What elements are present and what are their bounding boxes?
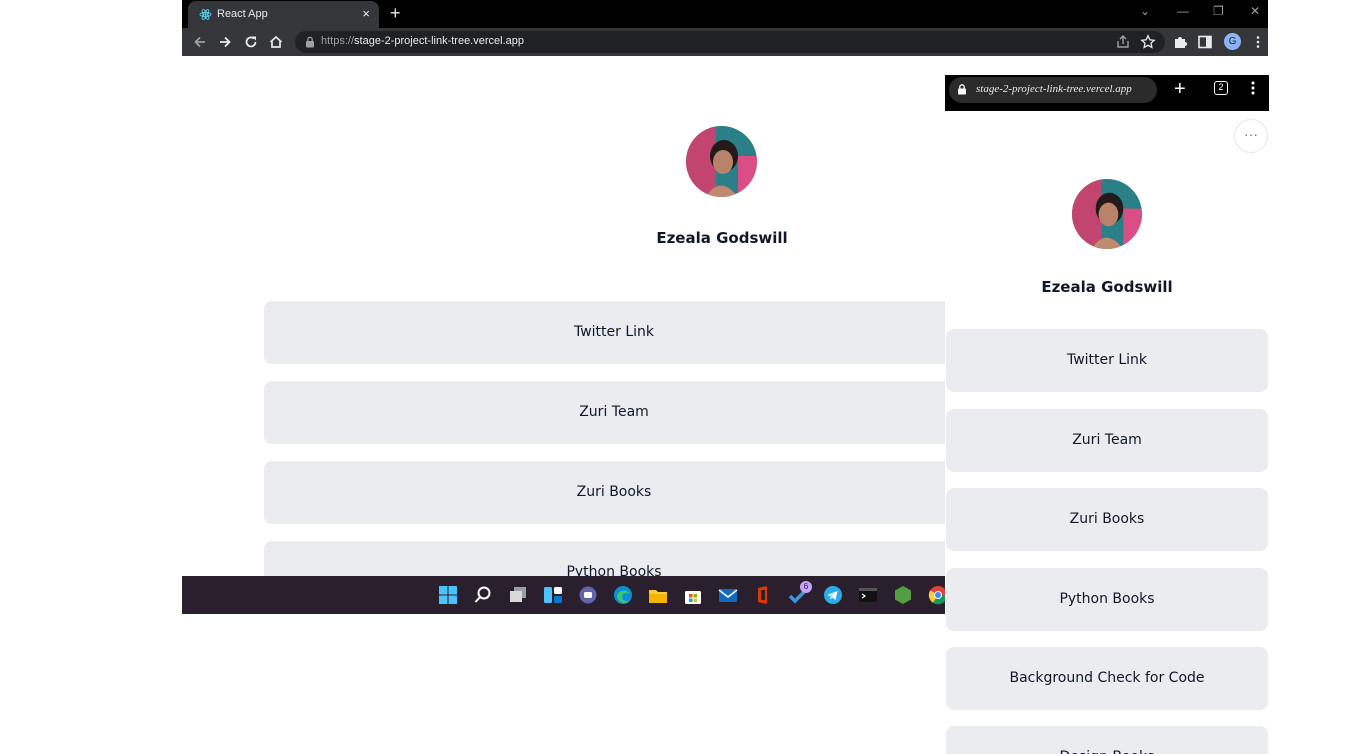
profile-avatar[interactable]: G: [1224, 33, 1241, 50]
file-explorer-icon[interactable]: [648, 585, 668, 605]
widgets-icon[interactable]: [543, 585, 563, 605]
profile-avatar-image: [686, 126, 757, 197]
tab-strip: React App × + ⌄ — ❐ ✕: [182, 0, 1268, 28]
react-favicon-icon: [199, 9, 212, 20]
mobile-link-button-python-books[interactable]: Python Books: [946, 568, 1268, 631]
close-tab-icon[interactable]: ×: [362, 6, 370, 21]
terminal-icon[interactable]: [858, 585, 878, 605]
more-options-button[interactable]: ···: [1234, 119, 1268, 153]
forward-arrow-icon[interactable]: [217, 34, 233, 50]
mobile-url-text: stage-2-project-link-tree.vercel.app: [976, 83, 1132, 95]
search-icon[interactable]: [473, 585, 493, 605]
share-icon[interactable]: [1115, 34, 1131, 50]
tab-search-dropdown-icon[interactable]: ⌄: [1140, 4, 1150, 18]
teams-chat-icon[interactable]: [578, 585, 598, 605]
mobile-link-button-zuri-books[interactable]: Zuri Books: [946, 488, 1268, 551]
reload-icon[interactable]: [243, 34, 259, 50]
office-icon[interactable]: [753, 585, 773, 605]
mobile-profile-avatar-image: [1072, 179, 1142, 249]
mobile-profile-name: Ezeala Godswill: [1041, 278, 1173, 296]
bookmark-star-icon[interactable]: [1140, 34, 1156, 50]
extensions-puzzle-icon[interactable]: [1172, 34, 1188, 50]
home-icon[interactable]: [268, 34, 284, 50]
windows-start-icon[interactable]: [438, 585, 458, 605]
mobile-menu-icon[interactable]: [1251, 81, 1255, 95]
restore-button[interactable]: ❐: [1213, 4, 1224, 18]
mobile-link-button-background-check[interactable]: Background Check for Code: [946, 647, 1268, 710]
mobile-link-button-twitter[interactable]: Twitter Link: [946, 329, 1268, 392]
nodejs-icon[interactable]: [893, 585, 913, 605]
tab-title: React App: [217, 8, 268, 20]
edge-icon[interactable]: [613, 585, 633, 605]
link-button-zuri-books[interactable]: Zuri Books: [264, 461, 964, 524]
side-panel-icon[interactable]: [1197, 34, 1213, 50]
link-button-twitter[interactable]: Twitter Link: [264, 301, 964, 364]
minimize-button[interactable]: —: [1177, 4, 1189, 18]
mobile-tab-count-button[interactable]: 2: [1214, 81, 1228, 95]
profile-photo: [1072, 179, 1142, 249]
telegram-icon[interactable]: [823, 585, 843, 605]
tab-react-app[interactable]: React App ×: [188, 1, 379, 28]
task-view-icon[interactable]: [508, 585, 528, 605]
address-bar[interactable]: https://stage-2-project-link-tree.vercel…: [295, 31, 1165, 53]
chrome-menu-icon[interactable]: [1250, 34, 1266, 50]
mobile-link-button-zuri-team[interactable]: Zuri Team: [946, 409, 1268, 472]
notification-badge: 6: [800, 581, 812, 593]
url-text: https://stage-2-project-link-tree.vercel…: [321, 35, 524, 47]
mobile-browser-screenshot: stage-2-project-link-tree.vercel.app + 2…: [945, 75, 1269, 754]
mail-icon[interactable]: [718, 585, 738, 605]
profile-name: Ezeala Godswill: [656, 229, 788, 247]
mobile-new-tab-button[interactable]: +: [1174, 77, 1186, 101]
lock-icon: [306, 36, 314, 48]
browser-toolbar: https://stage-2-project-link-tree.vercel…: [182, 28, 1268, 56]
lock-icon: [958, 84, 966, 95]
profile-photo: [686, 126, 757, 197]
link-button-zuri-team[interactable]: Zuri Team: [264, 381, 964, 444]
mobile-link-button-design-books[interactable]: Design Books: [946, 726, 1268, 754]
mobile-address-bar[interactable]: stage-2-project-link-tree.vercel.app: [949, 77, 1157, 103]
back-arrow-icon[interactable]: [192, 34, 208, 50]
new-tab-button[interactable]: +: [390, 3, 401, 23]
mobile-toolbar: stage-2-project-link-tree.vercel.app + 2: [945, 75, 1269, 111]
close-window-button[interactable]: ✕: [1250, 4, 1260, 18]
store-icon[interactable]: [683, 585, 703, 605]
